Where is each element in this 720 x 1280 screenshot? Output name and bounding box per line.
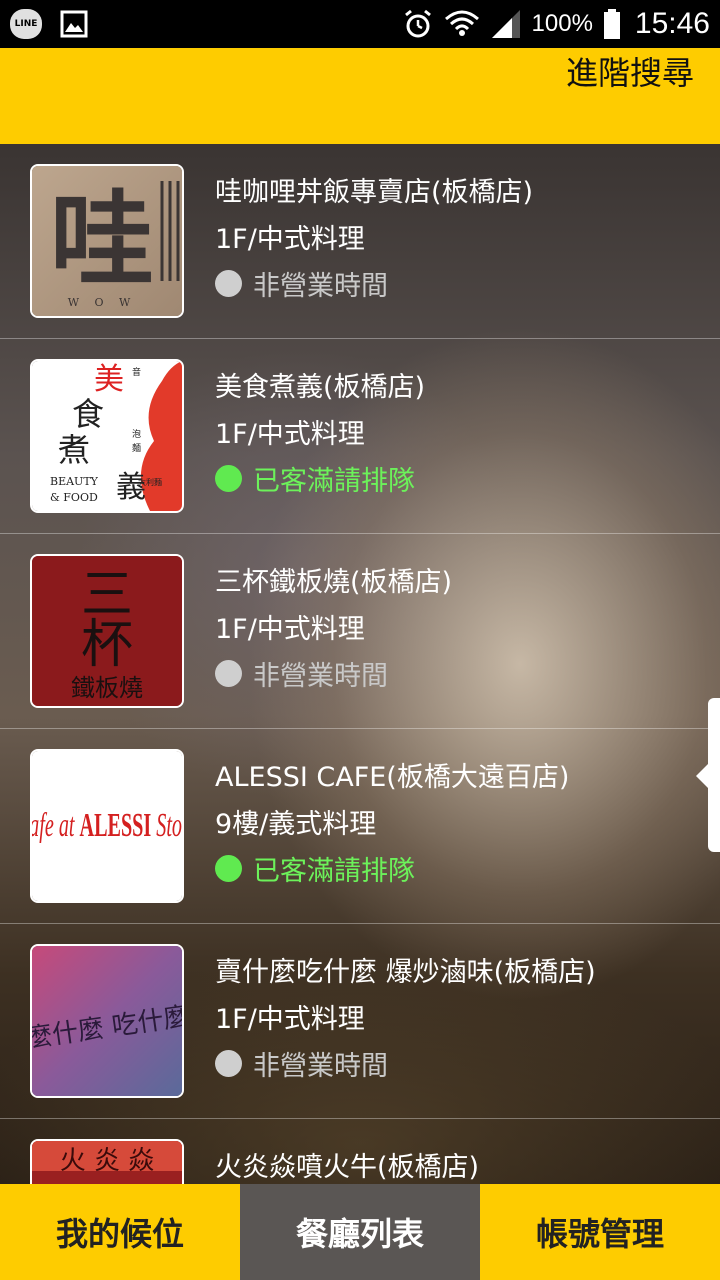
restaurant-item[interactable]: Cafe at ALESSI Store ALESSI CAFE(板橋大遠百店)…: [0, 729, 720, 924]
status-left: LINE: [10, 0, 88, 48]
tab-restaurant-list[interactable]: 餐廳列表: [240, 1184, 480, 1280]
svg-text:音: 音: [132, 366, 141, 378]
svg-text:食: 食: [72, 395, 104, 433]
restaurant-status: 已客滿請排隊: [215, 459, 415, 498]
svg-text:美: 美: [94, 362, 124, 397]
restaurant-logo: 火 炎 焱: [30, 1139, 184, 1184]
svg-text:鐵板燒: 鐵板燒: [71, 674, 143, 702]
restaurant-item[interactable]: 火 炎 焱 火炎焱噴火牛(板橋店): [0, 1119, 720, 1184]
svg-text:杯: 杯: [81, 615, 133, 675]
svg-text:義: 義: [116, 470, 146, 505]
fire-logo-image: 火 炎 焱: [32, 1141, 182, 1184]
restaurant-logo: 哇 W O W: [30, 164, 184, 318]
wow-logo-image: 哇 W O W: [32, 166, 182, 316]
maishenme-logo-image: 麼什麼 吃什麼: [32, 946, 182, 1096]
status-bar: LINE 100% 15:46: [0, 0, 720, 48]
svg-text:泡: 泡: [132, 428, 141, 440]
sanbei-logo-image: 三 杯 鐵板燒: [32, 556, 182, 706]
restaurant-floor-type: 1F/中式料理: [215, 224, 365, 255]
status-text: 已客滿請排隊: [253, 466, 415, 497]
restaurant-name: 火炎焱噴火牛(板橋店): [215, 1152, 480, 1183]
restaurant-name: 賣什麼吃什麼 爆炒滷味(板橋店): [215, 957, 596, 988]
status-dot-icon: [215, 465, 242, 492]
status-dot-icon: [215, 855, 242, 882]
restaurant-status: 非營業時間: [215, 654, 388, 693]
gallery-icon: [60, 10, 88, 38]
clock: 15:46: [634, 7, 710, 40]
restaurant-status: 已客滿請排隊: [215, 849, 415, 888]
restaurant-status: 非營業時間: [215, 264, 388, 303]
top-bar: 進階搜尋: [0, 48, 720, 144]
restaurant-item[interactable]: 麼什麼 吃什麼 賣什麼吃什麼 爆炒滷味(板橋店) 1F/中式料理 非營業時間: [0, 924, 720, 1119]
alarm-icon: [404, 9, 431, 38]
restaurant-logo: 美 食 煮 義 音 泡 麵 大利麵 BEAUTY & FOOD: [30, 359, 184, 513]
restaurant-logo: Cafe at ALESSI Store: [30, 749, 184, 903]
restaurant-name: 哇咖哩丼飯專賣店(板橋店): [215, 177, 534, 208]
tab-account-management[interactable]: 帳號管理: [480, 1184, 720, 1280]
restaurant-name: 三杯鐵板燒(板橋店): [215, 567, 453, 598]
alessi-logo-image: Cafe at ALESSI Store: [32, 751, 182, 901]
svg-text:W O W: W O W: [68, 296, 137, 309]
svg-text:煮: 煮: [58, 431, 90, 469]
status-text: 已客滿請排隊: [253, 856, 415, 887]
status-dot-icon: [215, 1050, 242, 1077]
restaurant-floor-type: 9樓/義式料理: [215, 809, 377, 840]
restaurant-item[interactable]: 哇 W O W 哇咖哩丼飯專賣店(板橋店) 1F/中式料理 非營業時間: [0, 144, 720, 339]
signal-icon: [491, 10, 520, 38]
status-text: 非營業時間: [253, 271, 388, 302]
meishi-logo-image: 美 食 煮 義 音 泡 麵 大利麵 BEAUTY & FOOD: [32, 361, 182, 511]
battery-percent: 100%: [531, 10, 593, 37]
status-right: 100% 15:46: [392, 0, 710, 48]
svg-text:哇: 哇: [50, 179, 154, 301]
line-app-icon: LINE: [10, 9, 42, 39]
bottom-tab-bar: 我的候位 餐廳列表 帳號管理: [0, 1184, 720, 1280]
advanced-search-button[interactable]: 進階搜尋: [566, 48, 694, 144]
side-drawer-handle[interactable]: [696, 698, 720, 852]
tab-my-queue[interactable]: 我的候位: [0, 1184, 240, 1280]
restaurant-logo: 麼什麼 吃什麼: [30, 944, 184, 1098]
status-dot-icon: [215, 270, 242, 297]
svg-text:火 炎 焱: 火 炎 焱: [60, 1146, 155, 1176]
wifi-icon: [444, 10, 479, 36]
status-dot-icon: [215, 660, 242, 687]
restaurant-floor-type: 1F/中式料理: [215, 1004, 365, 1035]
restaurant-item[interactable]: 美 食 煮 義 音 泡 麵 大利麵 BEAUTY & FOOD 美食煮義(板橋店…: [0, 339, 720, 534]
status-text: 非營業時間: [253, 661, 388, 692]
restaurant-logo: 三 杯 鐵板燒: [30, 554, 184, 708]
restaurant-name: ALESSI CAFE(板橋大遠百店): [215, 762, 570, 793]
svg-text:BEAUTY: BEAUTY: [50, 475, 99, 488]
restaurant-list[interactable]: 哇 W O W 哇咖哩丼飯專賣店(板橋店) 1F/中式料理 非營業時間 美 食 …: [0, 144, 720, 1184]
restaurant-status: 非營業時間: [215, 1044, 388, 1083]
svg-text:大利麵: 大利麵: [138, 477, 162, 487]
restaurant-name: 美食煮義(板橋店): [215, 372, 426, 403]
status-text: 非營業時間: [253, 1051, 388, 1082]
svg-text:Cafe at ALESSI Store: Cafe at ALESSI Store: [32, 805, 182, 843]
restaurant-floor-type: 1F/中式料理: [215, 419, 365, 450]
restaurant-item[interactable]: 三 杯 鐵板燒 三杯鐵板燒(板橋店) 1F/中式料理 非營業時間: [0, 534, 720, 729]
drawer-arrow-icon: [696, 764, 708, 788]
battery-icon: [603, 9, 620, 39]
svg-text:麵: 麵: [132, 442, 141, 454]
svg-text:& FOOD: & FOOD: [50, 491, 98, 504]
restaurant-floor-type: 1F/中式料理: [215, 614, 365, 645]
